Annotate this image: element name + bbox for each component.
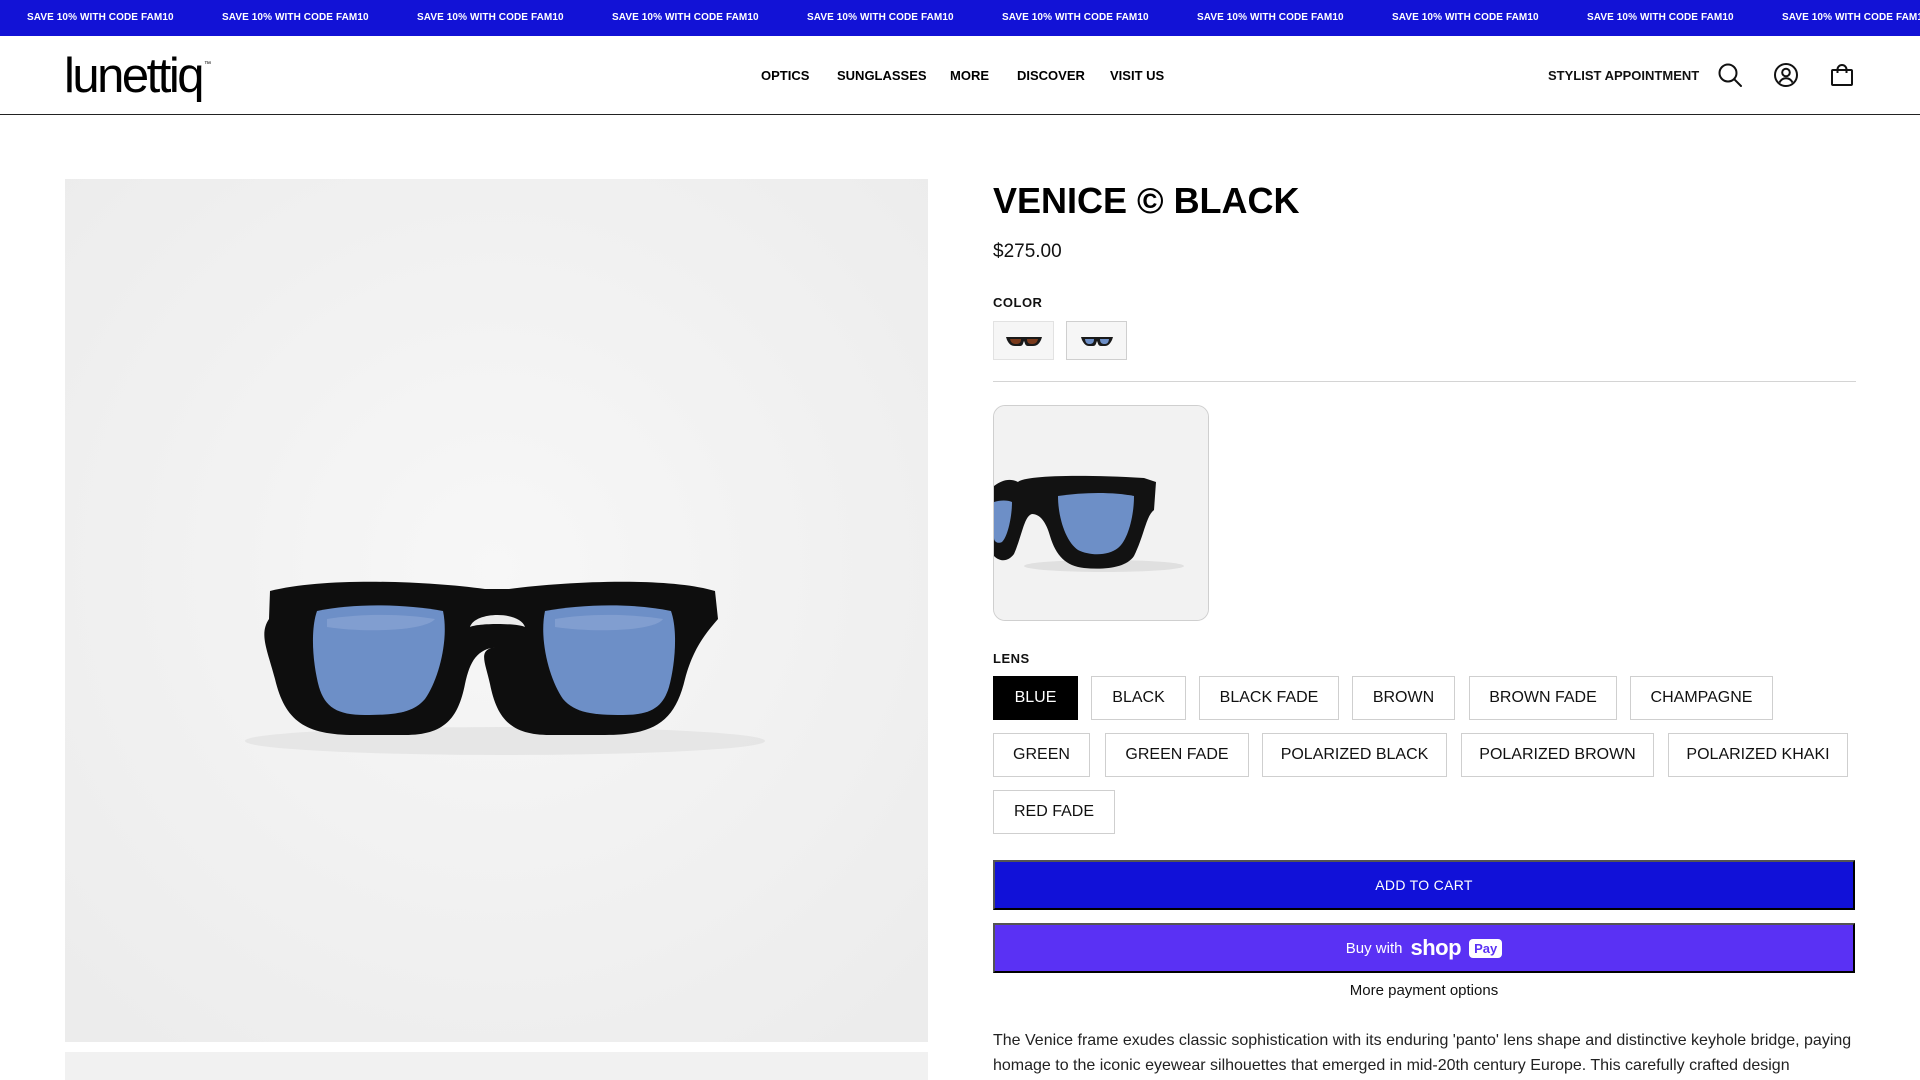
lens-option-green-fade[interactable]: GREEN FADE: [1105, 733, 1249, 777]
announcement-text: SAVE 10% WITH CODE FAM10: [1197, 12, 1344, 23]
announcement-text: SAVE 10% WITH CODE FAM10: [807, 12, 954, 23]
announcement-text: SAVE 10% WITH CODE FAM10: [1002, 12, 1149, 23]
product-secondary-image[interactable]: [65, 1052, 928, 1080]
site-header: lunettiq ™ OPTICS SUNGLASSES MORE DISCOVE…: [0, 36, 1920, 115]
lens-option-brown[interactable]: BROWN: [1352, 676, 1455, 720]
announcement-bar: SAVE 10% WITH CODE FAM10 SAVE 10% WITH C…: [0, 0, 1920, 36]
nav-optics[interactable]: OPTICS: [761, 68, 809, 83]
announcement-text: SAVE 10% WITH CODE FAM10: [417, 12, 564, 23]
nav-discover[interactable]: DISCOVER: [1017, 68, 1085, 83]
more-payment-options-link[interactable]: More payment options: [993, 982, 1855, 999]
sunglasses-front-illustration: [65, 179, 928, 1042]
sunglasses-angle-illustration: [994, 406, 1208, 620]
cart-bag-icon[interactable]: [1827, 60, 1857, 90]
lens-option-champagne[interactable]: CHAMPAGNE: [1630, 676, 1773, 720]
product-description: The Venice frame exudes classic sophisti…: [993, 1032, 1852, 1074]
product-price: $275.00: [993, 241, 1062, 262]
announcement-text: SAVE 10% WITH CODE FAM10: [1587, 12, 1734, 23]
announcement-text: SAVE 10% WITH CODE FAM10: [612, 12, 759, 23]
product-title: VENICE © BLACK: [993, 180, 1300, 221]
lens-option-green[interactable]: GREEN: [993, 733, 1090, 777]
color-swatch-blue[interactable]: [1066, 321, 1127, 360]
shop-pay-prefix: Buy with: [1345, 939, 1403, 957]
lens-option-red-fade[interactable]: RED FADE: [993, 790, 1115, 834]
nav-more[interactable]: MORE: [950, 68, 989, 83]
add-to-cart-button[interactable]: ADD TO CART: [993, 860, 1855, 910]
nav-visit-us[interactable]: VISIT US: [1110, 68, 1164, 83]
nav-sunglasses[interactable]: SUNGLASSES: [837, 68, 927, 83]
section-divider: [993, 381, 1856, 382]
stylist-appointment-link[interactable]: STYLIST APPOINTMENT: [1548, 68, 1699, 83]
site-logo[interactable]: lunettiq ™: [64, 48, 212, 104]
blue-sunglasses-icon: [1080, 336, 1113, 346]
announcement-text: SAVE 10% WITH CODE FAM10: [222, 12, 369, 23]
lens-label: LENS: [993, 651, 1030, 666]
announcement-text: SAVE 10% WITH CODE FAM10: [27, 12, 174, 23]
lens-option-polarized-khaki[interactable]: POLARIZED KHAKI: [1668, 733, 1848, 777]
lens-option-black[interactable]: BLACK: [1091, 676, 1186, 720]
color-label: COLOR: [993, 295, 1043, 310]
announcement-text: SAVE 10% WITH CODE FAM10: [1392, 12, 1539, 23]
product-angle-thumbnail[interactable]: [993, 405, 1209, 621]
lens-option-brown-fade[interactable]: BROWN FADE: [1469, 676, 1617, 720]
account-icon[interactable]: [1771, 60, 1801, 90]
lens-option-polarized-black[interactable]: POLARIZED BLACK: [1262, 733, 1447, 777]
shop-pay-button[interactable]: Buy with shop Pay: [993, 923, 1855, 973]
logo-trademark: ™: [204, 61, 212, 68]
lens-option-polarized-brown[interactable]: POLARIZED BROWN: [1461, 733, 1654, 777]
lens-option-black-fade[interactable]: BLACK FADE: [1199, 676, 1339, 720]
product-main-image[interactable]: [65, 179, 928, 1042]
brown-sunglasses-icon: [1005, 336, 1042, 346]
search-icon[interactable]: [1715, 60, 1745, 90]
announcement-text: SAVE 10% WITH CODE FAM10: [1782, 12, 1920, 23]
logo-text: lunettiq: [64, 49, 205, 103]
shop-pay-badge: Pay: [1469, 938, 1503, 958]
color-swatch-brown[interactable]: [993, 321, 1054, 360]
lens-option-blue[interactable]: BLUE: [993, 676, 1078, 720]
shop-pay-logo: shop: [1410, 935, 1462, 960]
